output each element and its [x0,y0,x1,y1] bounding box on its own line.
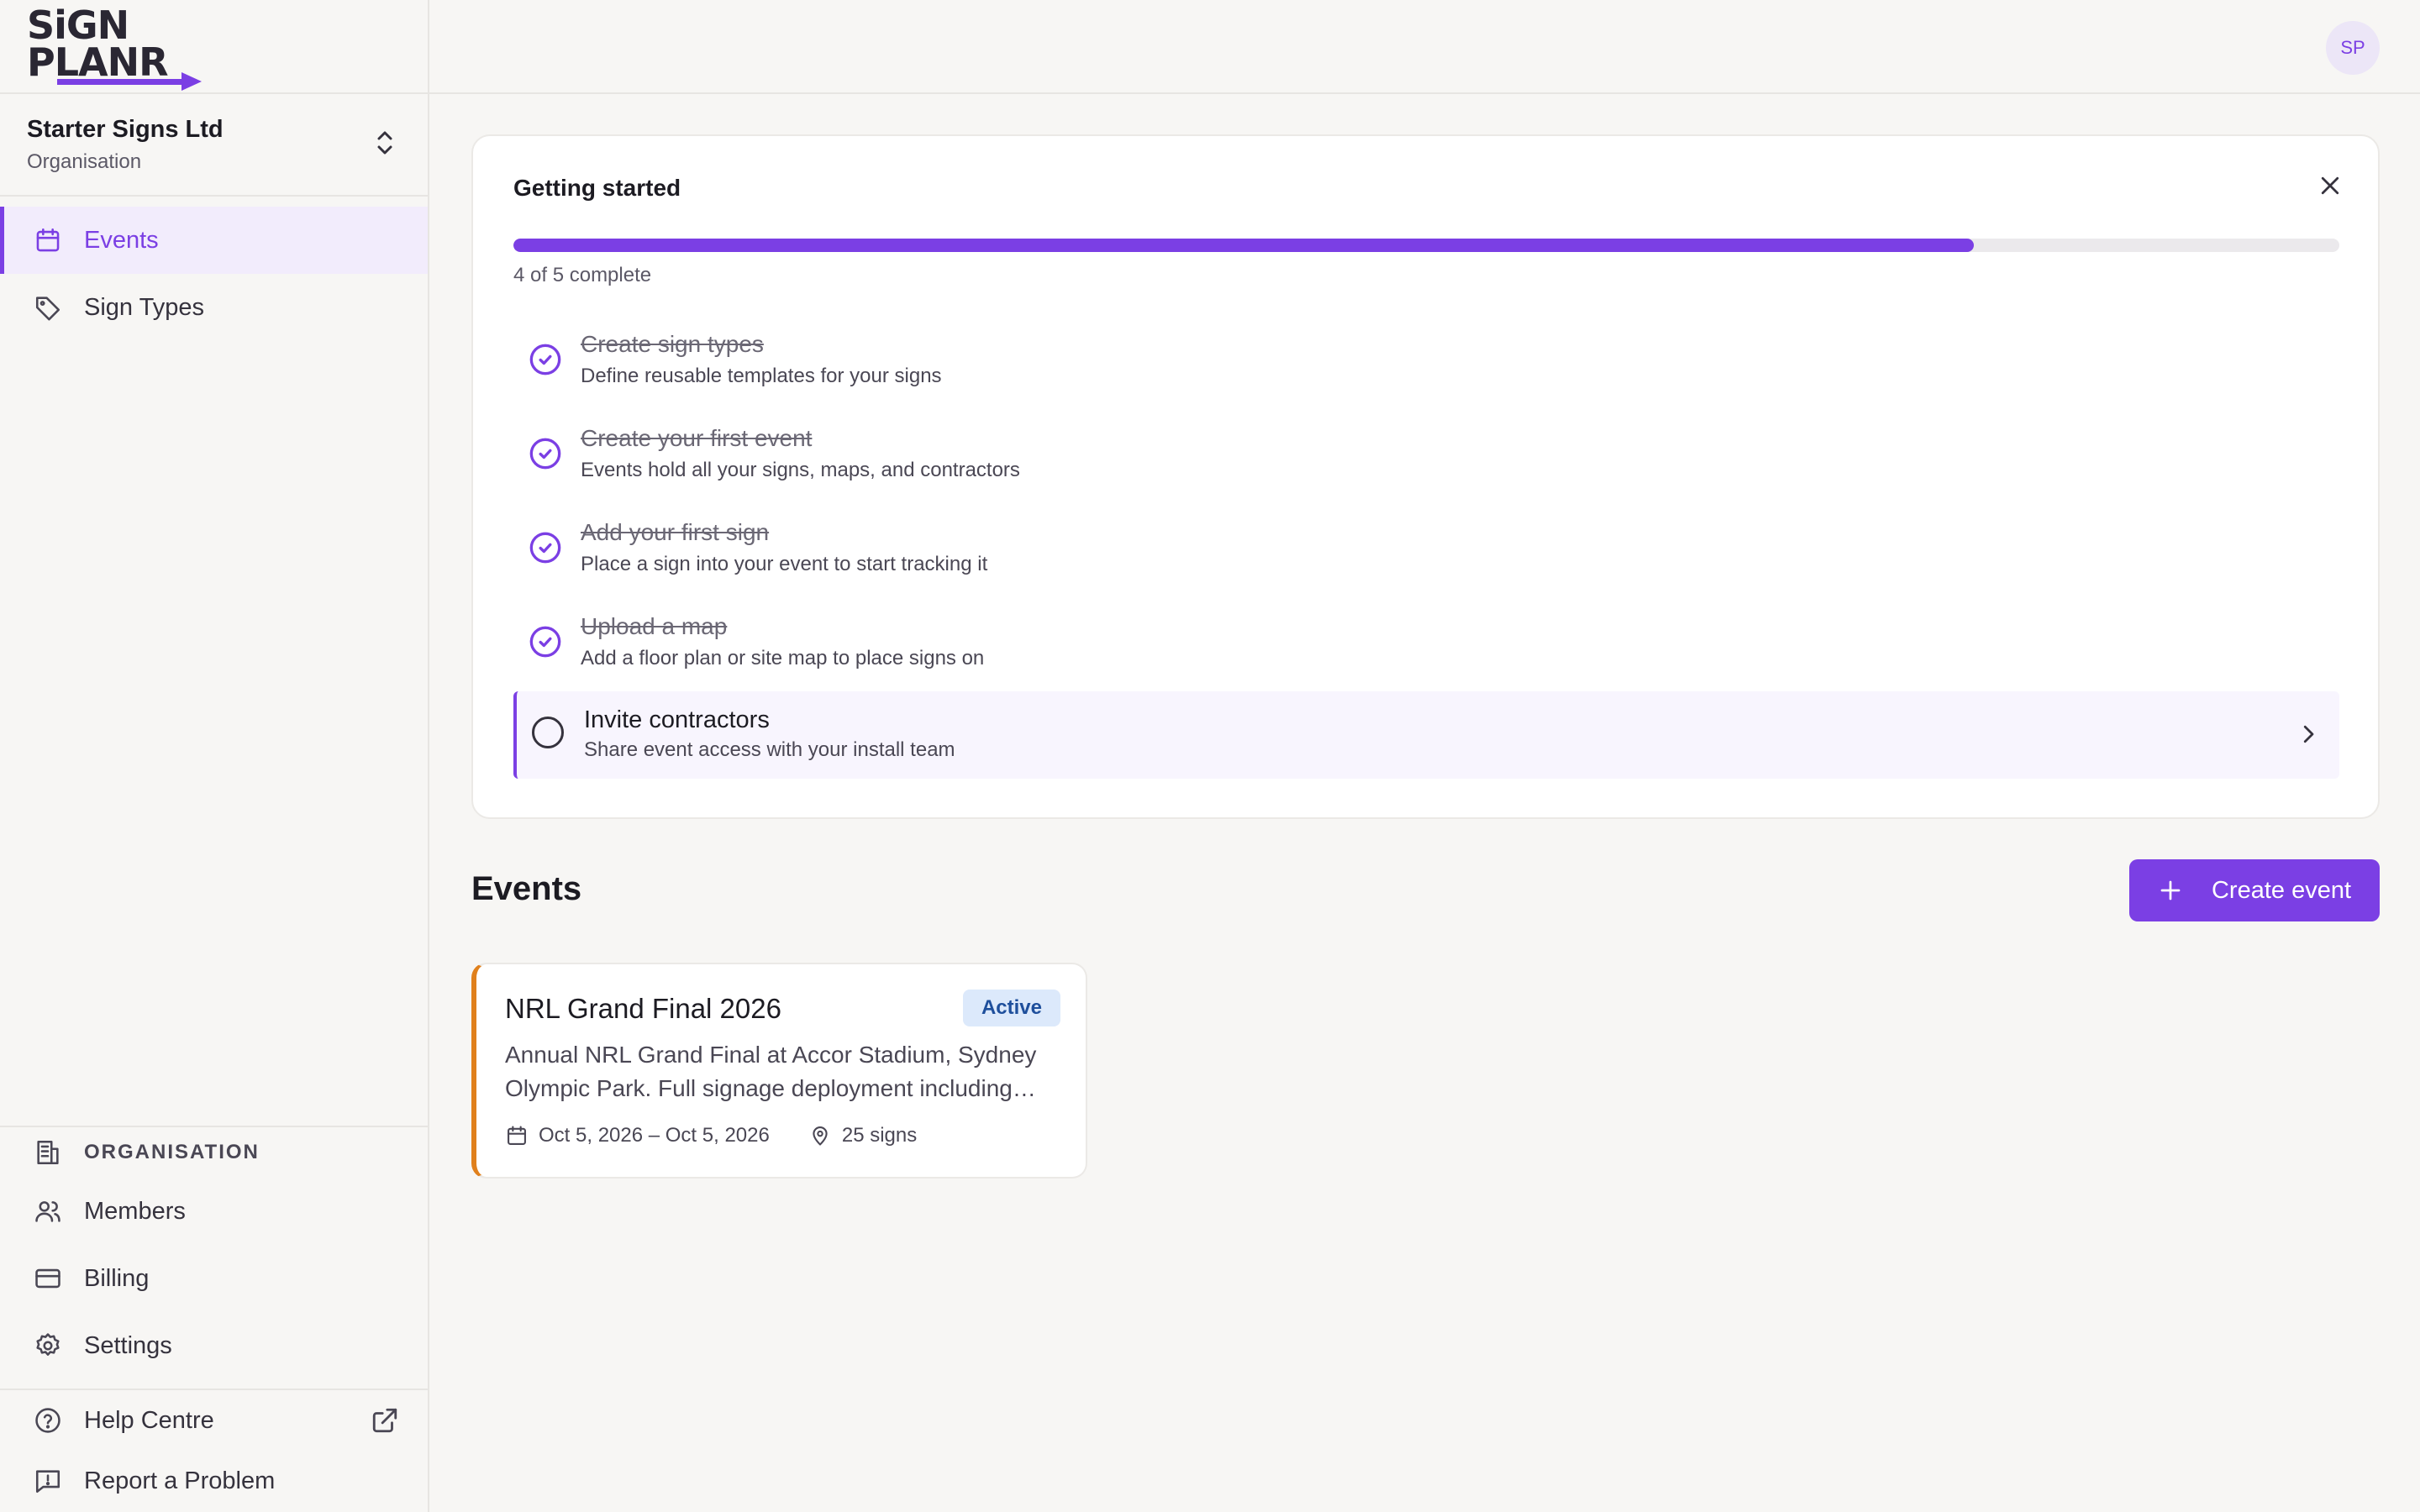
task-description: Events hold all your signs, maps, and co… [581,459,1020,481]
task-item-upload-map[interactable]: Upload a map Add a floor plan or site ma… [513,606,2339,694]
create-event-button[interactable]: Create event [2129,859,2380,921]
event-meta: Oct 5, 2026 – Oct 5, 2026 25 signs [505,1124,917,1147]
sidebar-item-label: Sign Types [84,293,204,321]
sidebar-item-members[interactable]: Members [0,1178,428,1245]
help-circle-icon [35,1408,60,1433]
task-item-create-event[interactable]: Create your first event Events hold all … [513,418,2339,506]
map-pin-icon [813,1126,828,1146]
credit-card-icon [35,1268,60,1289]
task-title: Create sign types [581,331,764,357]
task-description: Add a floor plan or site map to place si… [581,647,985,669]
chevron-up-down-icon [377,131,392,155]
task-title: Create your first event [581,425,813,451]
sidebar-item-label: Report a Problem [84,1467,276,1494]
org-switcher[interactable]: Starter Signs Ltd Organisation [27,116,405,175]
tag-icon [35,297,60,321]
check-circle-icon [529,344,561,375]
getting-started-card: Getting started 4 of 5 complete Create s… [471,134,2380,819]
task-item-invite-contractors[interactable]: Invite contractors Share event access wi… [513,691,2339,779]
report-icon [35,1470,60,1494]
section-label-text: ORGANISATION [84,1141,260,1163]
create-event-label: Create event [2211,876,2352,904]
task-item-add-sign[interactable]: Add your first sign Place a sign into yo… [513,512,2339,600]
avatar[interactable]: SP [2326,21,2380,75]
progress-fill [513,239,1975,252]
task-title: Add your first sign [581,519,770,545]
event-title: NRL Grand Final 2026 [505,993,781,1024]
sidebar-item-label: Members [84,1197,186,1225]
event-description: Annual NRL Grand Final at Accor Stadium,… [505,1042,1037,1101]
close-icon[interactable] [2317,173,2343,198]
logo-arrow-icon [57,72,202,91]
sidebar-item-help-centre[interactable]: Help Centre [0,1388,428,1453]
check-circle-icon [529,438,561,470]
sidebar-item-label: Help Centre [84,1406,214,1434]
chevron-right-icon [2303,725,2314,743]
sidebar-item-events[interactable]: Events [0,207,428,274]
task-description: Place a sign into your event to start tr… [581,553,988,575]
task-item-create-sign-types[interactable]: Create sign types Define reusable templa… [513,324,2339,412]
calendar-icon [508,1126,526,1145]
sidebar-item-sign-types[interactable]: Sign Types [0,274,428,341]
sidebar-item-settings[interactable]: Settings [0,1312,428,1379]
task-description: Share event access with your install tea… [584,738,955,761]
events-heading: Events [471,870,582,907]
org-name: Starter Signs Ltd [27,116,224,143]
progress-count: 4 of 5 complete [513,264,652,286]
sidebar-item-billing[interactable]: Billing [0,1245,428,1312]
check-circle-icon [529,626,561,658]
calendar-icon [36,228,60,252]
event-dates: Oct 5, 2026 – Oct 5, 2026 [539,1124,770,1147]
sidebar-item-label: Settings [84,1331,172,1359]
org-subtitle: Organisation [27,150,142,173]
logo-line-1: SiGN [27,3,129,48]
task-title: Invite contractors [584,706,770,733]
users-icon [35,1201,60,1222]
event-card[interactable]: NRL Grand Final 2026 Active Annual NRL G… [471,963,1087,1179]
empty-circle-icon [532,717,564,748]
gear-icon [36,1333,60,1356]
app-logo[interactable]: SiGN PLANR [27,3,202,91]
status-badge: Active [962,990,1060,1026]
sidebar-item-label: Billing [84,1264,150,1292]
sidebar-divider [0,92,429,94]
building-icon [37,1140,59,1165]
sidebar: SiGN PLANR Starter Signs Ltd Organisatio… [0,0,429,1512]
sidebar-divider [0,195,429,197]
external-link-icon [372,1408,397,1433]
task-title: Upload a map [581,613,728,639]
sidebar-item-label: Events [84,226,159,254]
getting-started-title: Getting started [513,175,681,201]
org-section-label: ORGANISATION [34,1138,260,1167]
check-circle-icon [529,532,561,564]
top-bar: SP [429,0,2420,94]
sidebar-item-report-problem[interactable]: Report a Problem [0,1448,428,1512]
task-description: Define reusable templates for your signs [581,365,942,387]
sidebar-divider [0,1126,429,1127]
progress-bar [513,239,2339,252]
event-sign-count: 25 signs [841,1124,918,1147]
plus-icon [2160,880,2181,900]
